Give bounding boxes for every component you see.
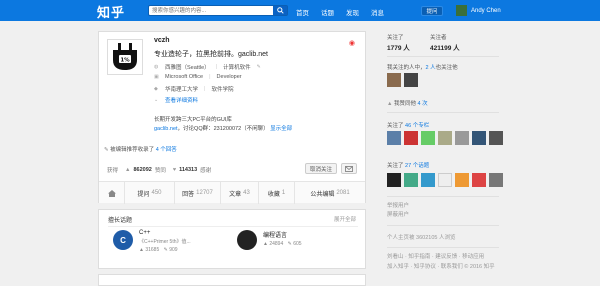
thumb-up-icon: ▲ (387, 101, 394, 107)
detail-link-row: ⌄ 查看详细资料 (154, 96, 198, 104)
topic-item[interactable]: C C++ 《C++Primer 5th》值... ▲ 31685 ✎ 909 (113, 230, 191, 253)
profile-avatar: 1% (107, 39, 143, 75)
location-row: ◍ 西雅图（Seattle） | 计算机软件 ✎ (154, 64, 263, 71)
nav-topics[interactable]: 话题 (321, 7, 334, 17)
main-nav: 首页 话题 发现 消息 (296, 7, 396, 17)
star-icon: ✎ (104, 147, 109, 153)
search-button[interactable] (273, 6, 287, 15)
footer-links-1[interactable]: 刘看山 · 知乎指南 · 建议反馈 · 移动应用 (387, 252, 484, 260)
briefcase-icon: ▣ (154, 74, 159, 80)
username: Andy Chen (471, 7, 501, 14)
block-user-link[interactable]: 屏蔽用户 (387, 210, 409, 218)
topic-icon[interactable] (404, 173, 418, 187)
svg-text:1%: 1% (120, 58, 130, 64)
graduation-cap-icon: ◆ (154, 86, 158, 92)
column-icon[interactable] (455, 131, 469, 145)
reputation-stats: 获得 ▲ 862092 赞同 ♥ 114313 感谢 (107, 167, 212, 174)
envelope-icon (345, 165, 353, 172)
expand-all-link[interactable]: 展开全部 (334, 215, 356, 223)
column-icon[interactable] (438, 131, 452, 145)
followers-count[interactable]: 421199 人 (430, 42, 460, 52)
column-icons (387, 131, 503, 145)
topic-icon[interactable] (438, 173, 452, 187)
heart-icon: ♥ (172, 167, 177, 173)
followed-topics: 关注了 27 个话题 (387, 163, 430, 169)
page-views: 个人主页被 3602105 人浏览 (387, 235, 456, 241)
topic-item[interactable]: 编程语言 ▲ 24894 ✎ 605 (237, 230, 302, 250)
editor-recommended: ✎ 被编辑推荐收录了 4 个回答 (104, 147, 177, 153)
home-icon (107, 189, 116, 197)
column-icon[interactable] (472, 131, 486, 145)
search-icon (276, 7, 284, 14)
tab-collections[interactable]: 收藏 1 (259, 182, 295, 204)
column-icon[interactable] (421, 131, 435, 145)
following-count[interactable]: 1779 人 (387, 42, 410, 52)
education-row: ◆ 华南理工大学 | 软件学院 (154, 86, 234, 93)
topic-icon[interactable] (489, 173, 503, 187)
ask-button[interactable]: 提问 (421, 6, 443, 16)
profile-tabs: 提问 450 回答 12707 文章 43 收藏 1 公共编辑 2081 (99, 181, 365, 204)
topic-icons (387, 173, 503, 187)
collected-answers-link[interactable]: 4 个回答 (156, 147, 177, 153)
next-card (98, 274, 366, 286)
search-box (148, 5, 288, 16)
gaclib-link[interactable]: gaclib.net (154, 126, 178, 132)
unfollow-button[interactable]: 取消关注 (305, 163, 337, 174)
message-button[interactable] (341, 163, 357, 174)
topic-icon[interactable] (421, 173, 435, 187)
avatar[interactable] (404, 73, 418, 87)
profile-card: 1% vczh 专业造轮子，拉黑抢前排。gaclib.net ◉ ◍ 西雅图（S… (98, 31, 366, 204)
upvoted-him: ▲ 我赞同他 4 次 (387, 101, 428, 107)
column-icon[interactable] (489, 131, 503, 145)
top-navbar: 知乎 首页 话题 发现 消息 提问 Andy Chen (0, 0, 600, 21)
column-icon[interactable] (404, 131, 418, 145)
avatar (456, 5, 467, 16)
employment-row: ▣ Microsoft Office | Developer (154, 74, 242, 80)
nav-messages[interactable]: 消息 (371, 7, 384, 17)
description-line2: gaclib.net，讨论QQ群：231200072（不闲聊） 显示全部 (154, 126, 293, 132)
comment-icon: ✎ (287, 241, 292, 247)
detail-link[interactable]: 查看详细资料 (165, 96, 198, 104)
topics-card: 擅长话题 展开全部 C C++ 《C++Primer 5th》值... ▲ 31… (98, 209, 366, 269)
topics-card-title: 擅长话题 (108, 218, 133, 224)
zhihu-logo[interactable]: 知乎 (97, 2, 125, 21)
followers-label: 关注者 (430, 35, 447, 41)
topic-icon[interactable] (387, 173, 401, 187)
nav-explore[interactable]: 发现 (346, 7, 359, 17)
topic-icon[interactable] (455, 173, 469, 187)
footer-links-2[interactable]: 加入知乎 · 知乎协议 · 联系我们 © 2016 知乎 (387, 262, 495, 270)
location-icon: ◍ (154, 64, 159, 70)
thumb-up-icon: ▲ (139, 247, 144, 253)
search-input[interactable] (149, 6, 273, 15)
tab-answers[interactable]: 回答 12707 (175, 182, 221, 204)
programming-language-topic-icon (237, 230, 257, 250)
profile-name: vczh (154, 37, 170, 44)
thumb-up-icon: ▲ (263, 241, 268, 247)
user-menu[interactable]: Andy Chen (456, 5, 501, 16)
profile-bio: 专业造轮子，拉黑抢前排。gaclib.net (154, 51, 268, 58)
topic-icon[interactable] (472, 173, 486, 187)
weibo-icon[interactable]: ◉ (349, 39, 355, 47)
nav-home[interactable]: 首页 (296, 7, 309, 17)
column-icon[interactable] (387, 131, 401, 145)
thumb-up-icon: ▲ (125, 167, 131, 173)
mutual-avatars (387, 73, 418, 87)
tab-home[interactable] (99, 182, 125, 204)
edit-icon[interactable]: ✎ (257, 64, 263, 70)
plug-logo-icon: 1% (113, 43, 137, 70)
cpp-topic-icon: C (113, 230, 133, 250)
tab-public-edits[interactable]: 公共编辑 2081 (295, 182, 365, 204)
chevron-down-icon: ⌄ (154, 97, 159, 103)
followed-columns: 关注了 46 个专栏 (387, 123, 430, 129)
tab-questions[interactable]: 提问 450 (125, 182, 175, 204)
comment-icon: ✎ (163, 247, 168, 253)
report-user-link[interactable]: 举报用户 (387, 201, 409, 209)
show-all-link[interactable]: 显示全部 (270, 126, 292, 132)
description-line1: 长期开发跨三大PC平台的GUI库 (154, 117, 232, 123)
mutual-follow: 我关注的人中，2 人也关注他 (387, 65, 458, 71)
following-label: 关注了 (387, 35, 404, 41)
avatar[interactable] (387, 73, 401, 87)
tab-articles[interactable]: 文章 43 (221, 182, 259, 204)
